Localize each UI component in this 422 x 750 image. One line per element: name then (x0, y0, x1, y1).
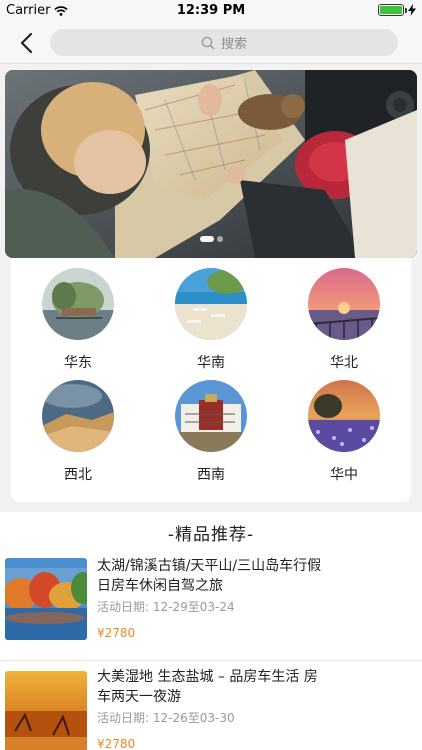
region-thumb (42, 380, 114, 452)
region-item-huazhong[interactable]: 华中 (299, 380, 389, 484)
region-thumb (175, 380, 247, 452)
status-right (378, 4, 416, 16)
battery-icon (378, 4, 407, 16)
product-thumb (5, 558, 87, 640)
region-label: 华中 (330, 467, 358, 483)
region-item-huadong[interactable]: 华东 (33, 268, 123, 372)
region-label: 华南 (197, 355, 225, 371)
page-dot (216, 236, 223, 242)
product-thumb (5, 671, 87, 750)
product-date: 活动日期: 12-29至03-24 (97, 600, 235, 614)
region-label: 华东 (64, 355, 92, 371)
back-button[interactable] (12, 30, 40, 56)
product-title: 大美湿地 生态盐城 – 品房车生活 房车两天一夜游 (97, 669, 318, 705)
status-bar: Carrier 12:39 PM (0, 0, 422, 22)
chevron-left-icon (20, 32, 33, 54)
region-thumb (175, 268, 247, 340)
banner-page-indicator (5, 236, 417, 242)
recommend-section: -精品推荐- 太湖/锦溪古镇/天平山/三山岛车行假日房车休闲自驾之旅 活动日期:… (0, 512, 422, 750)
region-item-xinan[interactable]: 西南 (166, 380, 256, 484)
product-title: 太湖/锦溪古镇/天平山/三山岛车行假日房车休闲自驾之旅 (97, 558, 322, 594)
banner-image (5, 70, 417, 258)
section-title: -精品推荐- (167, 525, 255, 545)
region-label: 西北 (64, 467, 92, 483)
search-input[interactable]: 搜索 (50, 29, 398, 56)
product-item[interactable]: 太湖/锦溪古镇/天平山/三山岛车行假日房车休闲自驾之旅 活动日期: 12-29至… (0, 552, 422, 660)
product-date: 活动日期: 12-26至03-30 (97, 711, 235, 725)
region-thumb (42, 268, 114, 340)
status-time: 12:39 PM (176, 3, 246, 18)
region-item-huanan[interactable]: 华南 (166, 268, 256, 372)
banner-carousel[interactable] (5, 70, 417, 258)
product-price: ¥2780 (97, 626, 136, 640)
region-grid: 华东 华南 华北 西北 西南 华中 (11, 258, 411, 502)
region-thumb (308, 268, 380, 340)
page-dot-active (199, 236, 214, 242)
search-icon (201, 36, 215, 49)
product-item[interactable]: 大美湿地 生态盐城 – 品房车生活 房车两天一夜游 活动日期: 12-26至03… (0, 660, 422, 750)
region-item-huabei[interactable]: 华北 (299, 268, 389, 372)
region-label: 西南 (197, 467, 225, 483)
region-thumb (308, 380, 380, 452)
search-placeholder: 搜索 (220, 37, 247, 52)
product-price: ¥2780 (97, 737, 136, 750)
nav-bar: 搜索 (0, 22, 422, 64)
region-item-xibei[interactable]: 西北 (33, 380, 123, 484)
charging-icon (408, 4, 416, 16)
region-label: 华北 (330, 355, 358, 371)
